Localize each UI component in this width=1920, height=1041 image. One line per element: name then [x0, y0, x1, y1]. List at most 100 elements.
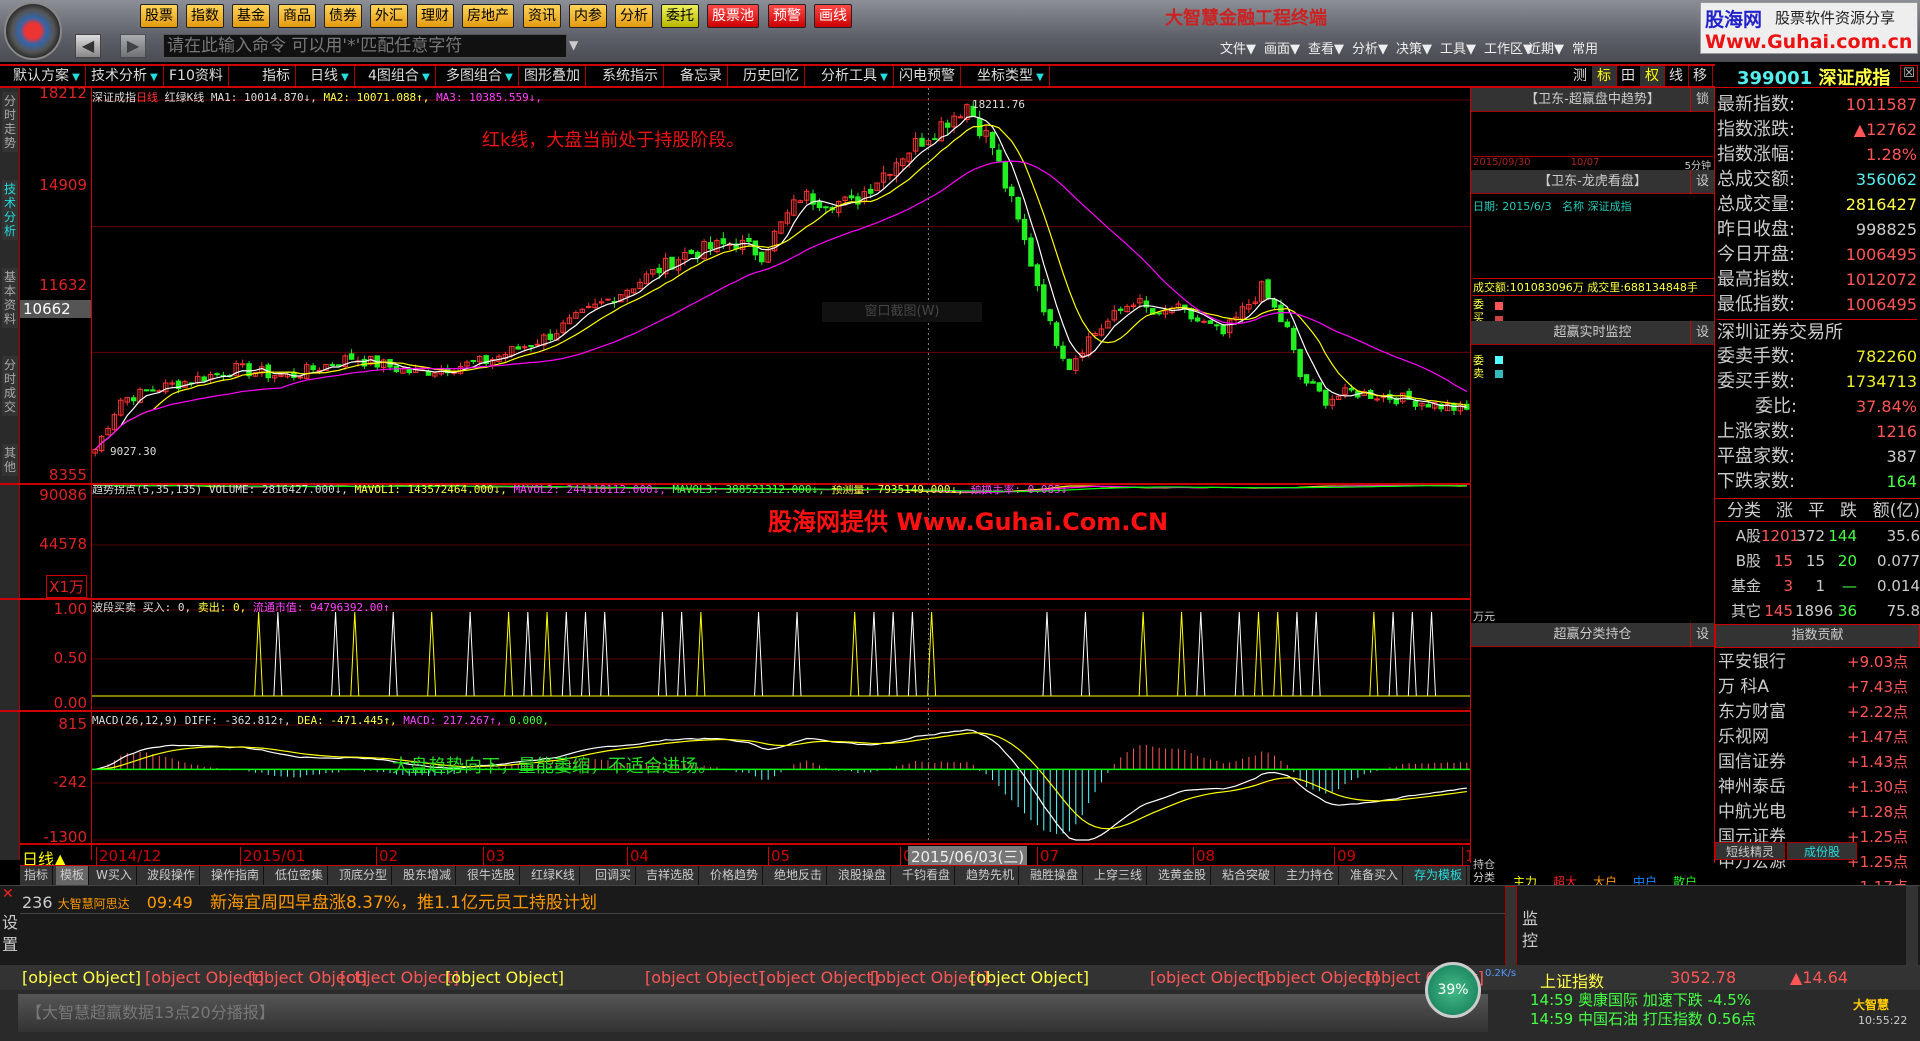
close-news-icon[interactable]: ✕ — [2, 886, 14, 902]
template-tab[interactable]: 准备买入 — [1346, 866, 1404, 885]
speed-ball[interactable]: 39% — [1425, 962, 1481, 1018]
command-dropdown-icon[interactable]: ▼ — [569, 38, 578, 52]
toolbar-item[interactable]: 备忘录 — [675, 66, 728, 86]
left-tab[interactable]: 分时走势 — [2, 92, 18, 152]
template-tab[interactable]: 千钧看盘 — [898, 866, 956, 885]
kline-chart-area[interactable]: 深证成指日线 红绿K线 MA1: 10014.870↓, MA2: 10071.… — [92, 88, 1470, 860]
top-button-13[interactable]: 预警 — [768, 4, 806, 28]
toolbar-item[interactable]: 多图组合 ▼ — [441, 66, 519, 86]
menu-item[interactable]: 画面▼ — [1264, 38, 1300, 57]
contrib-row[interactable]: 万 科A +7.43点 — [1715, 675, 1920, 699]
template-tab[interactable]: 主力持仓 — [1282, 866, 1340, 885]
template-tab[interactable]: 绝地反击 — [770, 866, 828, 885]
template-tab[interactable]: 股东增减 — [399, 866, 457, 885]
template-tab[interactable]: 操作指南 — [207, 866, 265, 885]
news-scrollbar[interactable] — [1505, 886, 1517, 966]
template-tab[interactable]: 浪股操盘 — [834, 866, 892, 885]
top-button-5[interactable]: 外汇 — [370, 4, 408, 28]
right-tab[interactable]: 短线精灵 — [1715, 842, 1785, 860]
top-button-10[interactable]: 分析 — [615, 4, 653, 28]
command-input[interactable]: 请在此输入命令 可以用'*'匹配任意字符 — [163, 34, 567, 58]
settings-button[interactable]: 设 — [1690, 170, 1714, 194]
toolbar-item[interactable]: 指标 — [257, 66, 296, 86]
top-button-4[interactable]: 债券 — [324, 4, 362, 28]
alert-item[interactable]: 14:59 奥康国际 加速下跌 -4.5% — [1530, 991, 1756, 1010]
chart-canvas[interactable] — [92, 88, 1470, 843]
close-icon[interactable]: ☒ — [1900, 65, 1918, 82]
contrib-row[interactable]: 乐视网 +1.47点 — [1715, 725, 1920, 749]
top-button-12[interactable]: 股票池 — [707, 4, 759, 28]
lock-button[interactable]: 锁 — [1690, 88, 1714, 112]
toolbar-item[interactable]: 技术分析 ▼ — [86, 66, 164, 86]
toolbar-toggle[interactable]: 标 — [1592, 66, 1617, 86]
left-tab[interactable]: 技术分析 — [2, 180, 18, 240]
broadcast-bar[interactable]: 【大智慧超赢数据13点20分播报】 — [18, 994, 1488, 1032]
contrib-row[interactable]: 平安银行 +9.03点 — [1715, 650, 1920, 674]
menu-item[interactable]: 工作区▼ — [1484, 38, 1533, 57]
template-tab[interactable]: 很牛选股 — [463, 866, 521, 885]
toolbar-toggle[interactable]: 移 — [1688, 66, 1713, 86]
toolbar-toggle[interactable]: 测 — [1568, 66, 1593, 86]
toolbar-item[interactable]: 历史回忆 — [738, 66, 805, 86]
menu-item[interactable]: 工具▼ — [1440, 38, 1476, 57]
toolbar-item[interactable]: 系统指示 — [597, 66, 664, 86]
toolbar-toggle[interactable]: 权 — [1640, 66, 1665, 86]
news-settings-button[interactable]: 设置 — [2, 912, 18, 956]
top-button-6[interactable]: 理财 — [416, 4, 454, 28]
toolbar-item[interactable]: 坐标类型 ▼ — [972, 66, 1050, 86]
template-tab[interactable]: 选黄金股 — [1154, 866, 1212, 885]
app-logo[interactable] — [4, 2, 62, 60]
top-button-2[interactable]: 基金 — [232, 4, 270, 28]
template-tab[interactable]: 存为模板 — [1410, 866, 1468, 885]
top-button-9[interactable]: 内参 — [569, 4, 607, 28]
right-tab[interactable]: 成份股 — [1787, 842, 1857, 860]
news-item[interactable]: 236 大智慧阿思达 09:49 新海宜周四早盘涨8.37%，推1.1亿元员工持… — [22, 888, 597, 913]
template-tab[interactable]: 模板 — [56, 866, 90, 885]
menu-item[interactable]: 近期▼ — [1528, 38, 1564, 57]
template-tab[interactable]: 粘合突破 — [1218, 866, 1276, 885]
right-scrollbar[interactable] — [1906, 886, 1918, 966]
template-tab[interactable]: 上穿三线 — [1090, 866, 1148, 885]
template-tab[interactable]: 红绿K线 — [527, 866, 580, 885]
top-button-11[interactable]: 委托 — [661, 4, 699, 28]
left-tab[interactable]: 基本资料 — [2, 268, 18, 328]
settings-button[interactable]: 设 — [1690, 321, 1714, 345]
left-tab[interactable]: 其他 — [2, 444, 18, 476]
top-button-3[interactable]: 商品 — [278, 4, 316, 28]
contrib-row[interactable]: 神州泰岳 +1.30点 — [1715, 775, 1920, 799]
toolbar-item[interactable]: 默认方案 ▼ — [8, 66, 86, 86]
toolbar-toggle[interactable]: 线 — [1664, 66, 1689, 86]
menu-item[interactable]: 分析▼ — [1352, 38, 1388, 57]
top-button-0[interactable]: 股票 — [140, 4, 178, 28]
top-button-7[interactable]: 房地产 — [462, 4, 514, 28]
template-tab[interactable]: 价格趋势 — [706, 866, 764, 885]
toolbar-item[interactable]: 分析工具 ▼ — [816, 66, 894, 86]
window-screenshot-button[interactable]: 窗口截图(W) — [822, 302, 982, 322]
back-button[interactable]: ◀ — [75, 34, 101, 58]
toolbar-toggle[interactable]: 田 — [1616, 66, 1641, 86]
template-tab[interactable]: 波段操作 — [143, 866, 201, 885]
template-tab[interactable]: 顶底分型 — [335, 866, 393, 885]
menu-item[interactable]: 文件▼ — [1220, 38, 1256, 57]
toolbar-item[interactable]: 4图组合 ▼ — [363, 66, 436, 86]
menu-item[interactable]: 常用 — [1572, 38, 1598, 57]
contrib-row[interactable]: 中航光电 +1.28点 — [1715, 800, 1920, 824]
template-tab[interactable]: 指标 — [20, 866, 54, 885]
settings-button[interactable]: 设 — [1690, 623, 1714, 647]
toolbar-item[interactable]: 闪电预警 — [894, 66, 961, 86]
left-tab[interactable]: 分时成交 — [2, 356, 18, 416]
toolbar-item[interactable]: F10资料 — [164, 66, 229, 86]
template-tab[interactable]: 回调买 — [591, 866, 637, 885]
template-tab[interactable]: 趋势先机 — [962, 866, 1020, 885]
forward-button[interactable]: ▶ — [120, 34, 146, 58]
top-button-1[interactable]: 指数 — [186, 4, 224, 28]
top-button-14[interactable]: 画线 — [814, 4, 852, 28]
template-tab[interactable]: W买入 — [92, 866, 137, 885]
toolbar-item[interactable]: 图形叠加 — [519, 66, 586, 86]
alert-item[interactable]: 14:59 中国石油 打压指数 0.56点 — [1530, 1010, 1756, 1029]
contrib-row[interactable]: 东方财富 +2.22点 — [1715, 700, 1920, 724]
template-tab[interactable]: 低位密集 — [271, 866, 329, 885]
toolbar-item[interactable]: 日线 ▼ — [305, 66, 355, 86]
menu-item[interactable]: 查看▼ — [1308, 38, 1344, 57]
contrib-row[interactable]: 国信证券 +1.43点 — [1715, 750, 1920, 774]
